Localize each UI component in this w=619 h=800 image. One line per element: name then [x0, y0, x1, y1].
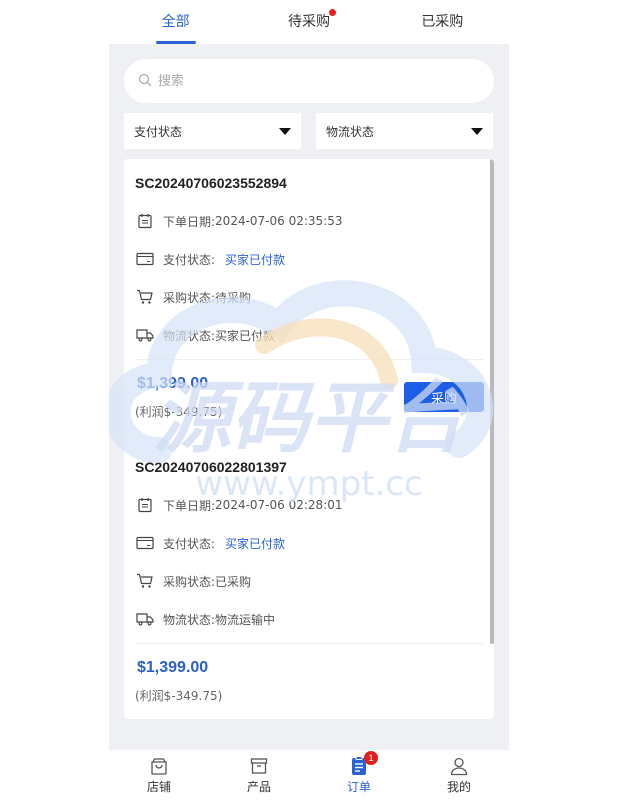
user-icon	[448, 755, 470, 777]
order-profit: (利润$-349.75)	[135, 405, 223, 419]
search-icon	[138, 72, 152, 91]
order-number: SC20240706022801397	[135, 459, 287, 475]
purchase-value: 已采购	[215, 574, 252, 589]
search-input[interactable]	[158, 73, 458, 89]
divider	[135, 643, 484, 644]
chevron-down-icon	[279, 127, 291, 135]
logistics-label: 物流状态:	[163, 328, 216, 343]
calendar-icon	[135, 495, 155, 515]
order-number: SC20240706023552894	[135, 175, 287, 191]
order-price: $1,399.00	[137, 375, 209, 392]
order-profit: (利润$-349.75)	[135, 689, 223, 703]
purchase-label: 采购状态:	[163, 290, 216, 305]
order-price: $1,399.00	[137, 659, 209, 676]
bottom-nav: 店铺 产品 1 订单 我的	[109, 750, 509, 800]
phone-frame: 全部 待采购 已采购 支付状态 物流状态 SC20240706023552894…	[109, 0, 509, 800]
order-date-row: 下单日期: 2024-07-06 02:35:53	[135, 211, 343, 231]
scrollbar[interactable]	[490, 159, 494, 644]
logistics-status-row: 物流状态: 买家已付款	[135, 325, 275, 345]
notification-dot	[328, 9, 336, 16]
calendar-icon	[135, 211, 155, 231]
date-label: 下单日期:	[163, 214, 216, 229]
logistics-value: 买家已付款	[215, 328, 276, 343]
tab-purchased[interactable]: 已采购	[376, 0, 509, 44]
cart-icon	[135, 287, 155, 307]
payment-status-row: 支付状态: 买家已付款	[135, 249, 285, 269]
date-value: 2024-07-06 02:35:53	[215, 214, 343, 228]
nav-orders[interactable]: 1 订单	[309, 750, 409, 800]
payment-value: 买家已付款	[225, 536, 286, 551]
tab-all[interactable]: 全部	[109, 0, 242, 44]
order-count-badge: 1	[364, 751, 378, 765]
purchase-button[interactable]: 采购	[404, 382, 484, 412]
logistics-value: 物流运输中	[215, 612, 276, 627]
chevron-down-icon	[471, 127, 483, 135]
card-icon	[135, 249, 155, 269]
purchase-value: 待采购	[215, 290, 252, 305]
cart-icon	[135, 571, 155, 591]
payment-value: 买家已付款	[225, 252, 286, 267]
date-value: 2024-07-06 02:28:01	[215, 498, 343, 512]
nav-products[interactable]: 产品	[209, 750, 309, 800]
payment-label: 支付状态:	[163, 252, 216, 267]
card-icon	[135, 533, 155, 553]
nav-profile[interactable]: 我的	[409, 750, 509, 800]
search-bar	[124, 59, 494, 103]
payment-status-select[interactable]: 支付状态	[124, 113, 301, 149]
nav-label: 店铺	[146, 780, 171, 794]
purchase-status-row: 采购状态: 待采购	[135, 287, 251, 307]
payment-status-label: 支付状态	[134, 124, 183, 139]
payment-label: 支付状态:	[163, 536, 216, 551]
truck-icon	[135, 325, 155, 345]
order-date-row: 下单日期: 2024-07-06 02:28:01	[135, 495, 343, 515]
nav-shop[interactable]: 店铺	[109, 750, 209, 800]
logistics-status-select[interactable]: 物流状态	[316, 113, 493, 149]
order-icon: 1	[348, 751, 378, 777]
nav-label: 产品	[246, 780, 271, 794]
payment-status-row: 支付状态: 买家已付款	[135, 533, 285, 553]
order-tabs: 全部 待采购 已采购	[109, 0, 509, 44]
divider	[135, 359, 484, 360]
nav-label: 我的	[446, 780, 471, 794]
logistics-status-label: 物流状态	[326, 124, 375, 139]
logistics-status-row: 物流状态: 物流运输中	[135, 609, 275, 629]
logistics-label: 物流状态:	[163, 612, 216, 627]
nav-label: 订单	[346, 780, 371, 794]
purchase-status-row: 采购状态: 已采购	[135, 571, 251, 591]
box-icon	[248, 755, 270, 777]
truck-icon	[135, 609, 155, 629]
purchase-label: 采购状态:	[163, 574, 216, 589]
tab-pending-purchase[interactable]: 待采购	[242, 0, 375, 44]
date-label: 下单日期:	[163, 498, 216, 513]
bag-icon	[148, 755, 170, 777]
order-list: SC20240706023552894 下单日期: 2024-07-06 02:…	[124, 159, 494, 719]
